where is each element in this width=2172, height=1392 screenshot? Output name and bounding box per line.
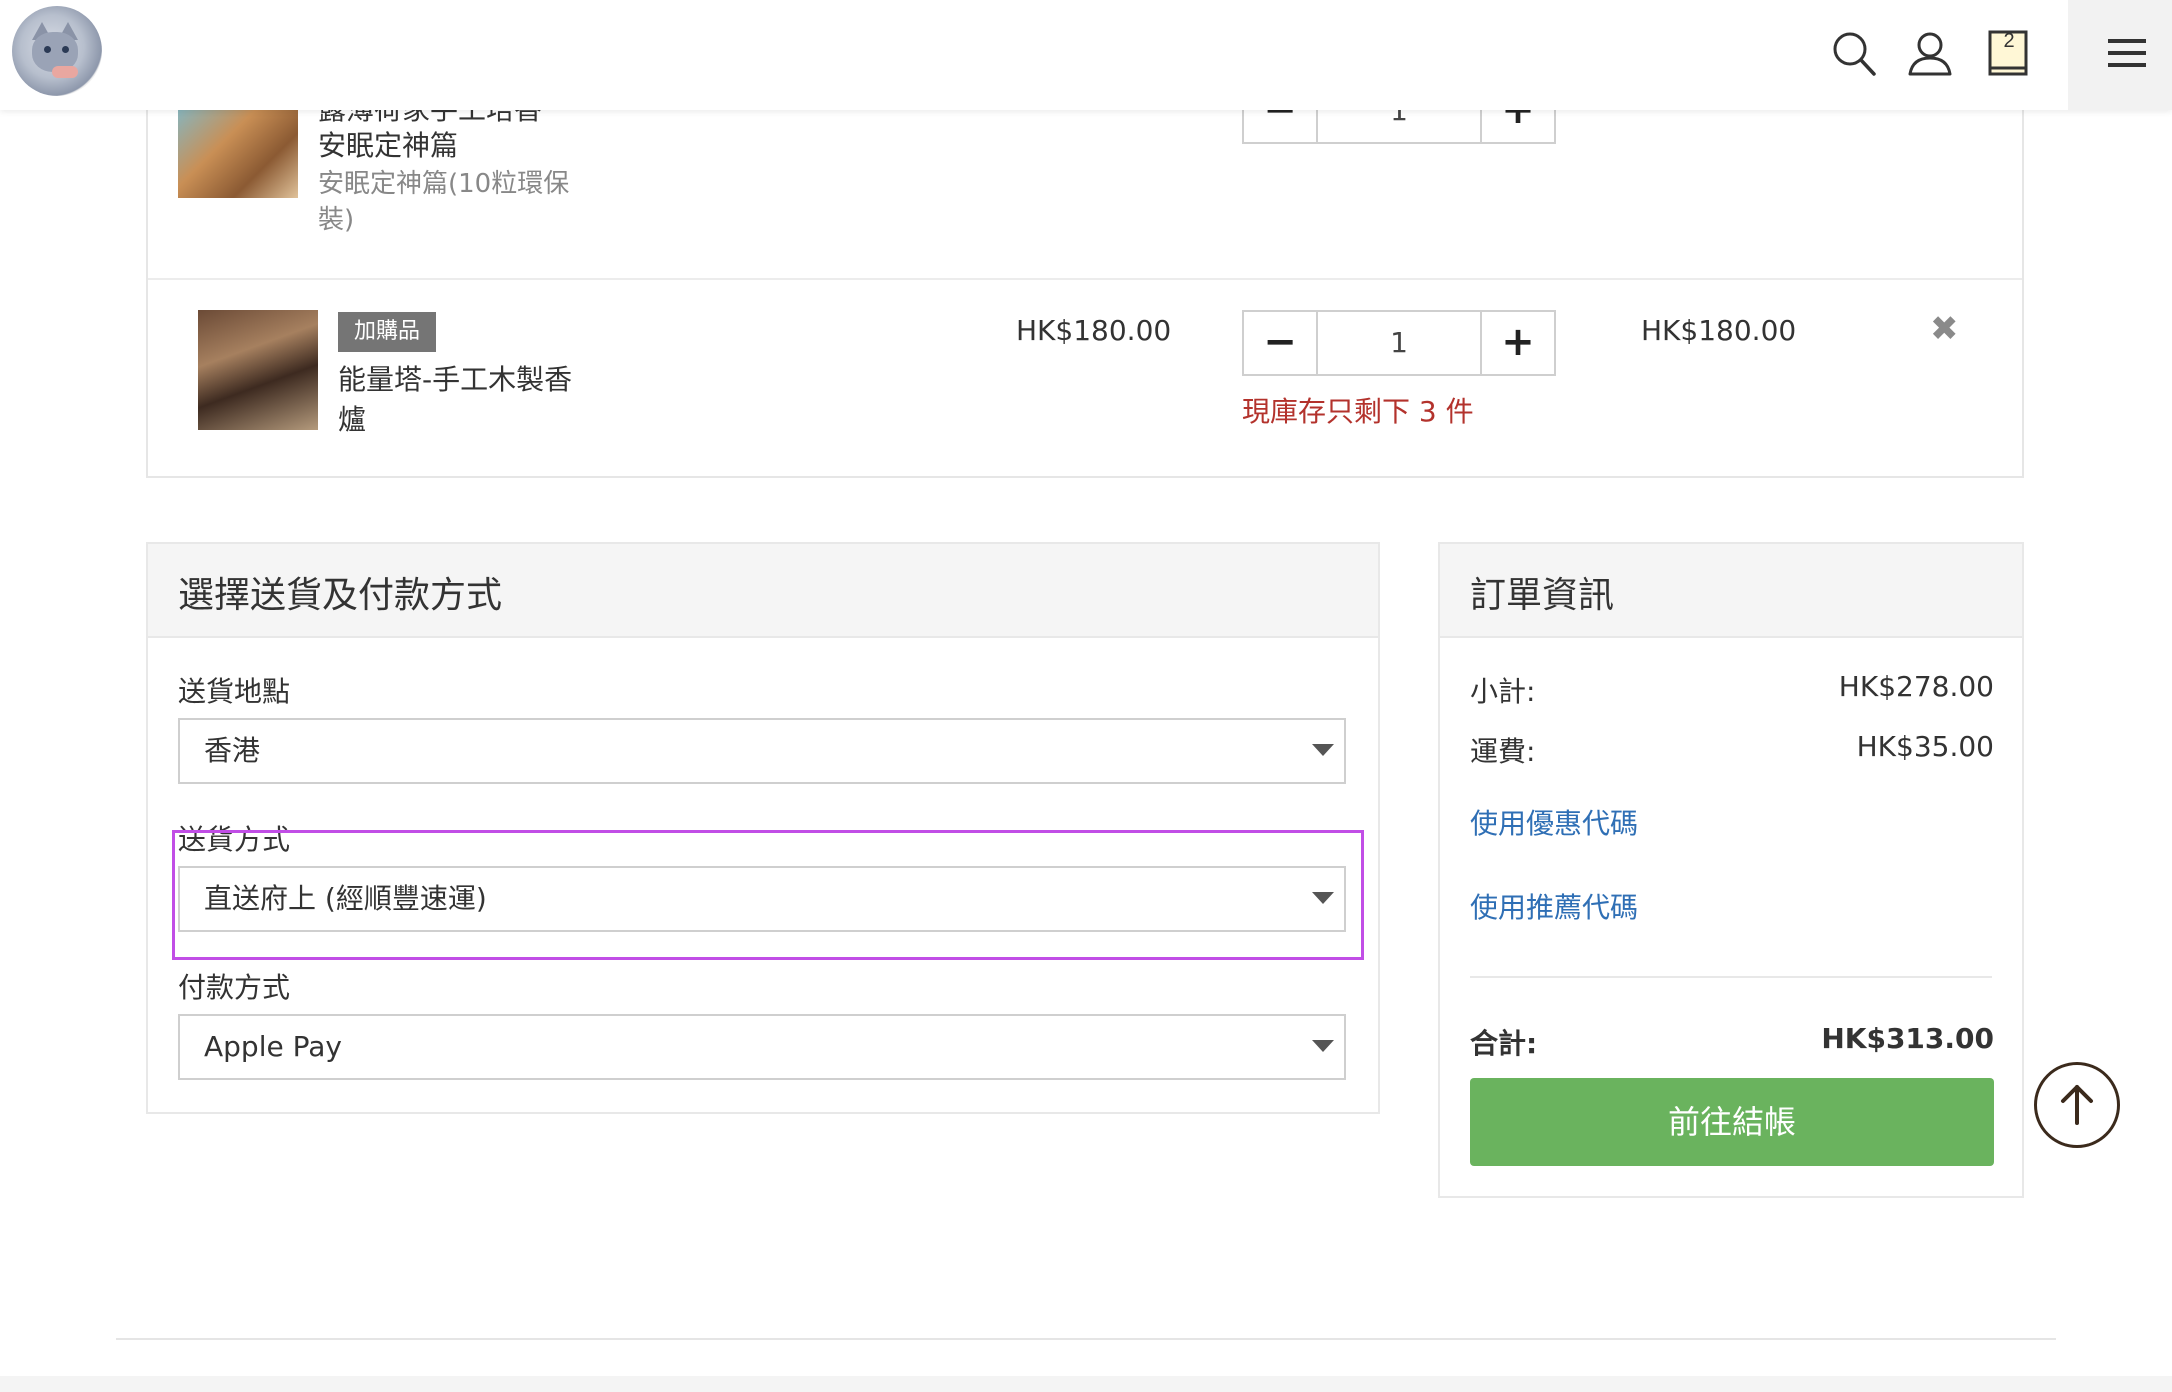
add-on-badge: 加購品 [338, 312, 437, 352]
panel-header: 訂單資訊 [1440, 544, 2022, 638]
user-icon[interactable] [1902, 26, 1958, 82]
product-thumbnail-2[interactable] [198, 310, 318, 430]
total-label: 合計: [1470, 1027, 1538, 1060]
destination-select[interactable]: 香港 [178, 718, 1346, 784]
order-panel-title: 訂單資訊 [1470, 575, 1615, 616]
cart-item-1-name-line2[interactable]: 安眠定神篇 [318, 126, 458, 166]
cart-item-1-variant-line2: 裝) [318, 205, 355, 235]
destination-label: 送貨地點 [178, 675, 291, 708]
chevron-down-icon [1312, 744, 1334, 756]
shipping-fee-value: HK$35.00 [1856, 730, 1994, 763]
checkout-button[interactable]: 前往結帳 [1470, 1078, 1994, 1166]
shipping-fee-label: 運費: [1470, 735, 1536, 768]
footer-divider [116, 1338, 2056, 1340]
coupon-code-link[interactable]: 使用優惠代碼 [1470, 802, 1638, 842]
remove-item-icon[interactable]: ✖ [1930, 312, 1960, 346]
summary-divider [1470, 976, 1992, 978]
stock-warning: 現庫存只剩下 3 件 [1242, 395, 1474, 428]
search-icon[interactable] [1826, 26, 1882, 82]
payment-method-label: 付款方式 [178, 971, 291, 1004]
cart-item-2-total: HK$180.00 [1641, 314, 1797, 347]
shipping-panel-title: 選擇送貨及付款方式 [178, 575, 503, 616]
scroll-to-top-button[interactable] [2034, 1062, 2120, 1148]
referral-code-link[interactable]: 使用推薦代碼 [1470, 886, 1638, 926]
store-logo[interactable] [12, 6, 102, 96]
site-header: 2 [0, 0, 2172, 110]
quantity-stepper-2: − 1 + [1242, 310, 1556, 376]
row-divider [148, 278, 2022, 280]
cart-item-1-variant-line1: 安眠定神篇(10粒環保 [318, 169, 570, 199]
arrow-up-icon [2061, 1085, 2093, 1125]
increase-quantity-button[interactable]: + [1480, 312, 1554, 374]
total-value: HK$313.00 [1821, 1022, 1994, 1055]
payment-method-select[interactable]: Apple Pay [178, 1014, 1346, 1080]
hamburger-menu-icon[interactable] [2108, 36, 2146, 70]
cart-item-2-name-line1[interactable]: 能量塔-手工木製香 [338, 360, 572, 400]
cart-count-badge: 2 [2003, 30, 2015, 52]
chevron-down-icon [1312, 1040, 1334, 1052]
cart-item-2-price: HK$180.00 [1016, 314, 1172, 347]
decrease-quantity-button[interactable]: − [1244, 312, 1318, 374]
footer [0, 1376, 2172, 1392]
quantity-input[interactable]: 1 [1316, 312, 1482, 374]
cart-item-2-name-line2[interactable]: 爐 [338, 400, 366, 440]
subtotal-value: HK$278.00 [1838, 670, 1994, 703]
product-thumbnail-1[interactable] [178, 100, 298, 198]
subtotal-label: 小計: [1470, 675, 1536, 708]
panel-header: 選擇送貨及付款方式 [148, 544, 1378, 638]
destination-value: 香港 [204, 734, 261, 767]
highlight-box [172, 830, 1364, 960]
payment-method-value: Apple Pay [204, 1030, 342, 1063]
